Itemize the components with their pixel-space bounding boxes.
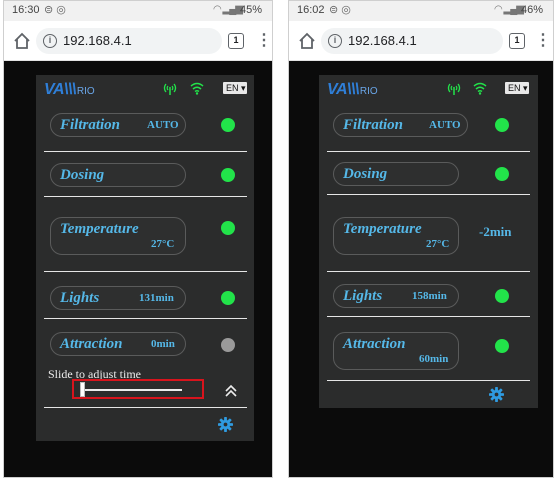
dosing-label: Dosing [343, 166, 388, 182]
attraction-button[interactable]: Attraction 60min [333, 332, 459, 370]
tabs-icon[interactable]: 1 [509, 33, 525, 49]
attraction-status-dot [495, 339, 509, 353]
dosing-label: Dosing [60, 167, 105, 183]
filtration-status-dot [495, 118, 509, 132]
tabs-icon[interactable]: 1 [228, 33, 244, 49]
address-bar[interactable]: i 192.168.4.1 [321, 28, 503, 54]
lights-button[interactable]: Lights 131min [50, 286, 186, 310]
info-icon[interactable]: i [328, 34, 342, 48]
attraction-divider [44, 407, 247, 408]
status-bar: 16:30 ⊜ ◎ ◠ ▂▄▆ 45% [4, 1, 272, 21]
temperature-row: Temperature 27°C [44, 207, 247, 272]
gear-icon[interactable] [218, 417, 233, 432]
attraction-time: 60min [419, 353, 449, 365]
dosing-status-dot [221, 168, 235, 182]
lights-time: 131min [139, 292, 174, 304]
temperature-button[interactable]: Temperature 27°C [50, 217, 186, 255]
dosing-status-dot [495, 167, 509, 181]
battery-level: 46% [520, 4, 543, 16]
browser-toolbar: i 192.168.4.1 1 ⋮ [4, 21, 272, 61]
antenna-icon [163, 83, 177, 95]
phone-screen-right: 16:02 ⊜ ◎ ◠ ▂▄▆ 46% i 192.168.4.1 1 ⋮ VA… [288, 0, 554, 478]
wifi-icon [190, 82, 204, 95]
address-bar[interactable]: i 192.168.4.1 [36, 28, 222, 54]
lights-status-dot [495, 289, 509, 303]
phone-screen-left: 16:30 ⊜ ◎ ◠ ▂▄▆ 45% i 192.168.4.1 1 ⋮ VA… [3, 0, 273, 478]
vario-panel: VA\\\RIO EN ▾ Filtration AUTO Dosing Tem… [36, 75, 254, 441]
menu-icon[interactable]: ⋮ [535, 31, 551, 51]
temperature-value: 27°C [151, 238, 175, 250]
chevron-up-icon[interactable] [224, 384, 238, 398]
status-bar: 16:02 ⊜ ◎ ◠ ▂▄▆ 46% [289, 1, 553, 21]
lights-time: 158min [412, 290, 447, 302]
filtration-status-dot [221, 118, 235, 132]
temperature-timer: -2min [479, 224, 512, 239]
filtration-label: Filtration [60, 117, 121, 133]
attraction-row: Attraction 60min [327, 327, 530, 381]
slider-thumb[interactable] [80, 382, 85, 397]
status-time: 16:02 [297, 4, 325, 16]
url-text: 192.168.4.1 [348, 33, 417, 48]
dosing-button[interactable]: Dosing [333, 162, 459, 186]
slider-track[interactable] [80, 389, 182, 391]
filtration-label: Filtration [343, 117, 404, 133]
vario-logo: VA\\\RIO [44, 81, 95, 98]
status-time: 16:30 [12, 4, 40, 16]
home-icon[interactable] [297, 31, 317, 51]
temperature-row: Temperature 27°C -2min [327, 207, 530, 272]
filtration-row: Filtration AUTO [327, 107, 530, 152]
dosing-row: Dosing [44, 157, 247, 197]
temperature-status-dot [221, 221, 235, 235]
attraction-label: Attraction [60, 336, 123, 352]
browser-toolbar: i 192.168.4.1 1 ⋮ [289, 21, 553, 61]
temperature-button[interactable]: Temperature 27°C [333, 217, 459, 255]
temperature-value: 27°C [426, 238, 450, 250]
url-text: 192.168.4.1 [63, 33, 132, 48]
attraction-row: Attraction 0min Slide to adjust time [44, 329, 247, 429]
vario-panel: VA\\\RIO EN ▾ Filtration AUTO Dosing Tem… [319, 75, 538, 408]
dosing-row: Dosing [327, 155, 530, 195]
filtration-mode: AUTO [147, 119, 179, 131]
notification-icons: ⊜ ◎ [44, 4, 66, 16]
home-icon[interactable] [12, 31, 32, 51]
notification-icons: ⊜ ◎ [329, 4, 351, 16]
attraction-label: Attraction [343, 336, 406, 352]
filtration-row: Filtration AUTO [44, 107, 247, 152]
filtration-button[interactable]: Filtration AUTO [333, 113, 468, 137]
lights-row: Lights 158min [327, 277, 530, 317]
antenna-icon [447, 83, 461, 95]
temperature-label: Temperature [343, 221, 422, 237]
language-select[interactable]: EN ▾ [505, 82, 529, 94]
filtration-button[interactable]: Filtration AUTO [50, 113, 186, 137]
wifi-icon [473, 82, 487, 95]
signal-icon: ◠ ▂▄▆ [494, 4, 524, 15]
battery-level: 45% [239, 4, 262, 16]
info-icon[interactable]: i [43, 34, 57, 48]
time-slider[interactable] [72, 379, 204, 399]
lights-label: Lights [60, 290, 100, 306]
attraction-status-dot [221, 338, 235, 352]
attraction-time: 0min [151, 338, 175, 350]
dosing-button[interactable]: Dosing [50, 163, 186, 187]
lights-button[interactable]: Lights 158min [333, 284, 459, 308]
lights-label: Lights [343, 288, 383, 304]
menu-icon[interactable]: ⋮ [256, 31, 272, 51]
temperature-label: Temperature [60, 221, 139, 237]
lights-row: Lights 131min [44, 279, 247, 319]
language-select[interactable]: EN ▾ [223, 82, 247, 94]
lights-status-dot [221, 291, 235, 305]
vario-logo: VA\\\RIO [327, 81, 378, 98]
gear-icon[interactable] [489, 387, 504, 402]
attraction-button[interactable]: Attraction 0min [50, 332, 186, 356]
filtration-mode: AUTO [429, 119, 461, 131]
signal-icon: ◠ ▂▄▆ [213, 4, 243, 15]
